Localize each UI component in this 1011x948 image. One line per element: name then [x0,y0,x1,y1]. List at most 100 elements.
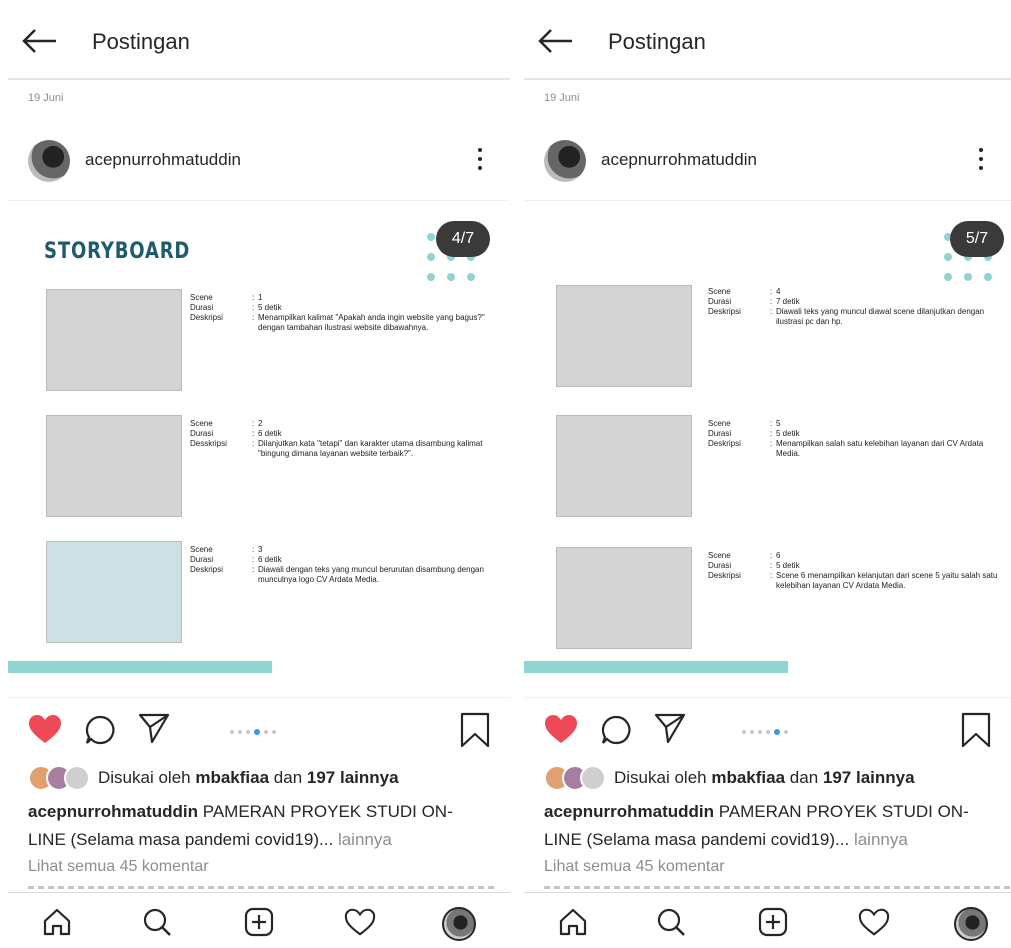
description-value: Menampilkan kalimat "Apakah anda ingin w… [258,313,485,332]
description-value: Dilanjutkan kata "tetapi" dan karakter u… [258,439,483,458]
description-label: Desskripsi [190,439,227,448]
action-bar [524,700,1011,760]
scene-value: 6 [776,551,781,560]
bookmark-icon[interactable] [460,712,490,748]
likes-count[interactable]: 197 lainnya [307,768,399,788]
add-post-icon[interactable] [758,907,788,937]
description-label: Deskripsi [708,571,741,580]
scene-label: Scene [708,419,731,428]
avatar[interactable] [544,140,586,182]
post-header: acepnurrohmatuddin [524,130,1011,196]
duration-value: 6 detik [258,429,282,438]
post-date: 19 Juni [544,92,580,104]
likes-count[interactable]: 197 lainnya [823,768,915,788]
scene-value: 5 [776,419,781,428]
scene-value: 3 [258,545,263,554]
post-header: acepnurrohmatuddin [8,130,510,196]
comment-icon[interactable] [600,714,632,746]
more-options-icon[interactable] [979,148,985,175]
add-post-icon[interactable] [244,907,274,937]
page-title: Postingan [92,29,190,54]
post-image[interactable]: STORYBOARD 4/7 Scene:1 Durasi:5 detik De… [8,200,510,698]
bookmark-icon[interactable] [961,712,991,748]
carousel-indicator [742,729,788,735]
scene-label: Scene [190,293,213,302]
likes-conjunction: dan [273,768,303,787]
bottom-nav [524,892,1011,948]
teal-bar [8,661,272,673]
action-bar [8,700,510,760]
activity-heart-icon[interactable] [344,907,376,937]
post-screen-right: Postingan 19 Juni acepnurrohmatuddin 5/7… [524,0,1011,948]
app-bar: Postingan [8,8,510,80]
duration-value: 5 detik [776,429,800,438]
scene-thumbnail [556,285,692,387]
duration-label: Durasi [708,297,732,306]
teal-bar [524,661,788,673]
description-value: Scene 6 menampilkan kelanjutan dari scen… [776,571,998,590]
comment-icon[interactable] [84,714,116,746]
liker-avatars [544,765,606,791]
likes-line[interactable]: Disukai oleh mbakfiaa dan 197 lainnya [544,765,915,791]
back-arrow-icon[interactable] [538,28,574,54]
profile-avatar[interactable] [442,907,476,941]
description-label: Deskripsi [190,565,223,574]
heart-icon[interactable] [544,714,578,744]
view-comments-link[interactable]: Lihat semua 45 komentar [544,858,725,876]
liker-username[interactable]: mbakfiaa [195,768,269,788]
likes-prefix: Disukai oleh [614,768,707,787]
activity-heart-icon[interactable] [858,907,890,937]
avatar[interactable] [28,140,70,182]
page-title: Postingan [608,29,706,54]
heart-icon[interactable] [28,714,62,744]
description-label: Deskripsi [708,439,741,448]
caption-more-link[interactable]: lainnya [338,830,392,849]
duration-value: 5 detik [776,561,800,570]
scene-label: Scene [190,419,213,428]
home-icon[interactable] [558,907,588,937]
caption: acepnurrohmatuddin PAMERAN PROYEK STUDI … [28,798,488,854]
share-icon[interactable] [138,712,170,744]
scene-label: Scene [708,551,731,560]
search-icon[interactable] [656,907,686,937]
storyboard-title: STORYBOARD [44,239,191,264]
carousel-indicator [230,729,276,735]
search-icon[interactable] [142,907,172,937]
duration-value: 7 detik [776,297,800,306]
scene-label: Scene [708,287,731,296]
cut-off-comment [28,884,498,892]
view-comments-link[interactable]: Lihat semua 45 komentar [28,858,209,876]
duration-label: Durasi [708,429,732,438]
caption-username[interactable]: acepnurrohmatuddin [28,802,198,821]
caption-more-link[interactable]: lainnya [854,830,908,849]
post-image[interactable]: 5/7 Scene:4 Durasi:7 detik Deskripsi: Dia… [524,200,1011,698]
back-arrow-icon[interactable] [22,28,58,54]
post-username[interactable]: acepnurrohmatuddin [601,150,757,170]
caption-username[interactable]: acepnurrohmatuddin [544,802,714,821]
post-screen-left: Postingan 19 Juni acepnurrohmatuddin STO… [8,0,510,948]
home-icon[interactable] [42,907,72,937]
description-label: Deskripsi [708,307,741,316]
likes-line[interactable]: Disukai oleh mbakfiaa dan 197 lainnya [28,765,399,791]
duration-label: Durasi [190,429,214,438]
likes-prefix: Disukai oleh [98,768,191,787]
app-bar: Postingan [524,8,1011,80]
description-value: Diawali teks yang muncul diawal scene di… [776,307,985,326]
scene-value: 2 [258,419,263,428]
profile-avatar[interactable] [954,907,988,941]
duration-label: Durasi [708,561,732,570]
scene-thumbnail [46,541,182,643]
description-value: Menampilkan salah satu kelebihan layanan… [776,439,984,458]
more-options-icon[interactable] [478,148,484,175]
liker-username[interactable]: mbakfiaa [711,768,785,788]
panel-gap [510,0,524,948]
post-username[interactable]: acepnurrohmatuddin [85,150,241,170]
carousel-counter: 5/7 [950,221,1004,257]
scene-thumbnail [46,289,182,391]
scene-value: 1 [258,293,263,302]
description-label: Deskripsi [190,313,223,322]
duration-label: Durasi [190,555,214,564]
share-icon[interactable] [654,712,686,744]
scene-thumbnail [46,415,182,517]
caption: acepnurrohmatuddin PAMERAN PROYEK STUDI … [544,798,1004,854]
